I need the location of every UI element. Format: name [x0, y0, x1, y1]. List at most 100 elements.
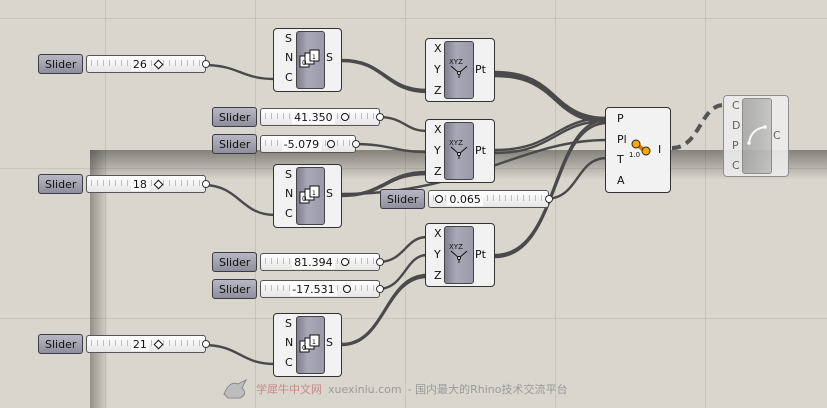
input-s[interactable]: S [285, 32, 292, 45]
output-s[interactable]: S [326, 187, 333, 200]
input-x[interactable]: X [434, 42, 442, 55]
wire-pt1-p-c [493, 74, 609, 124]
series-icon: 01 [299, 49, 320, 68]
slider-x-mid[interactable]: Slider 41.350 [212, 107, 385, 127]
series-icon: 01 [299, 185, 320, 204]
svg-text:1: 1 [312, 190, 316, 197]
slider-label: Slider [380, 189, 426, 209]
output-i[interactable]: I [658, 143, 661, 156]
input-s[interactable]: S [285, 317, 292, 330]
slider-n-bot[interactable]: Slider 21 [38, 334, 211, 354]
series-icon: 01 [299, 334, 320, 353]
arc-curve-icon [747, 125, 767, 145]
input-c2[interactable]: C [732, 159, 740, 172]
disabled-curve-component[interactable]: C D P C C [723, 95, 789, 177]
input-c[interactable]: C [285, 207, 293, 220]
slider-rail[interactable]: 26 [86, 55, 207, 73]
input-y[interactable]: Y [434, 63, 441, 76]
output-s[interactable]: S [326, 336, 333, 349]
degree-label: 1.0 [629, 151, 641, 159]
slider-knob[interactable] [342, 285, 351, 293]
component-body[interactable] [742, 98, 772, 174]
slider-rail[interactable]: 0.065 [428, 190, 550, 208]
interpolate-curve-component[interactable]: P Pl T A 1.0 I [605, 107, 671, 193]
input-pl[interactable]: Pl [617, 133, 627, 146]
slider-n-mid[interactable]: Slider 18 [38, 174, 211, 194]
input-p[interactable]: P [617, 112, 624, 125]
input-y[interactable]: Y [434, 144, 441, 157]
input-c[interactable]: C [285, 71, 293, 84]
input-x[interactable]: X [434, 227, 442, 240]
component-body[interactable]: XYZ [444, 122, 474, 180]
svg-text:0: 0 [302, 195, 306, 203]
slider-knob[interactable] [340, 258, 349, 266]
slider-rail[interactable]: 18 [86, 175, 207, 193]
output-pt[interactable]: Pt [475, 248, 486, 261]
input-d[interactable]: D [732, 119, 740, 132]
watermark-tagline: - 国内最大的Rhino技术交流平台 [407, 383, 568, 396]
series-component-3[interactable]: S N C 01 S [273, 313, 342, 377]
construct-point-icon: XYZ [449, 139, 468, 159]
output-c[interactable]: C [773, 129, 781, 142]
svg-text:0: 0 [302, 344, 306, 352]
construct-point-icon: XYZ [449, 58, 468, 78]
slider-x-bot[interactable]: Slider 81.394 [212, 252, 385, 272]
input-c[interactable]: C [285, 356, 293, 369]
input-z[interactable]: Z [434, 84, 442, 97]
wire-slider21-series3 [201, 343, 277, 366]
input-a[interactable]: A [617, 174, 625, 187]
slider-label: Slider [212, 107, 258, 127]
component-body[interactable]: XYZ [444, 226, 474, 284]
component-body[interactable]: 01 [296, 167, 325, 225]
slider-y-bot[interactable]: Slider -17.531 [212, 279, 385, 299]
svg-text:0: 0 [302, 59, 306, 67]
input-z[interactable]: Z [434, 165, 442, 178]
icon-text: XYZ [449, 243, 463, 251]
slider-label: Slider [212, 252, 258, 272]
input-n[interactable]: N [285, 51, 293, 64]
input-t[interactable]: T [617, 153, 624, 166]
slider-value: 21 [130, 337, 149, 351]
output-pt[interactable]: Pt [475, 144, 486, 157]
grasshopper-canvas[interactable]: Slider 26 Slider 41.350 Slider -5.079 Sl… [0, 0, 827, 408]
watermark-domain: xuexiniu.com [328, 382, 402, 396]
wire-x-bot [376, 235, 429, 264]
rhino-logo-icon [223, 378, 248, 399]
construct-point-3[interactable]: X Y Z XYZ Pt [425, 223, 495, 287]
output-s[interactable]: S [326, 51, 333, 64]
component-body[interactable]: 01 [296, 31, 325, 89]
input-p[interactable]: P [732, 139, 739, 152]
slider-knob[interactable] [340, 113, 349, 121]
input-n[interactable]: N [285, 187, 293, 200]
construct-point-2[interactable]: X Y Z XYZ Pt [425, 119, 495, 183]
slider-rail[interactable]: -5.079 [260, 135, 357, 153]
slider-rail[interactable]: -17.531 [260, 280, 381, 298]
slider-label: Slider [38, 174, 84, 194]
output-pt[interactable]: Pt [475, 63, 486, 76]
slider-t[interactable]: Slider 0.065 [380, 189, 554, 209]
slider-rail[interactable]: 21 [86, 335, 207, 353]
slider-n-top[interactable]: Slider 26 [38, 54, 211, 74]
svg-text:1: 1 [312, 54, 316, 61]
slider-knob[interactable] [435, 195, 444, 203]
input-y[interactable]: Y [434, 248, 441, 261]
series-component-2[interactable]: S N C 01 S [273, 164, 342, 228]
wire-series1-p1x-b [340, 59, 429, 94]
slider-label: Slider [38, 334, 84, 354]
input-s[interactable]: S [285, 168, 292, 181]
series-component-1[interactable]: S N C 01 S [273, 28, 342, 92]
input-c[interactable]: C [732, 99, 740, 112]
slider-knob[interactable] [327, 140, 336, 148]
component-body[interactable]: 01 [296, 316, 325, 374]
slider-rail[interactable]: 41.350 [260, 108, 381, 126]
component-body[interactable]: XYZ [444, 41, 474, 99]
slider-rail[interactable]: 81.394 [260, 253, 381, 271]
slider-y-mid[interactable]: Slider -5.079 [212, 134, 361, 154]
input-n[interactable]: N [285, 336, 293, 349]
input-z[interactable]: Z [434, 269, 442, 282]
slider-value: -17.531 [290, 282, 337, 296]
input-x[interactable]: X [434, 123, 442, 136]
slider-value: 0.065 [447, 192, 483, 206]
slider-label: Slider [212, 134, 258, 154]
construct-point-1[interactable]: X Y Z XYZ Pt [425, 38, 495, 102]
